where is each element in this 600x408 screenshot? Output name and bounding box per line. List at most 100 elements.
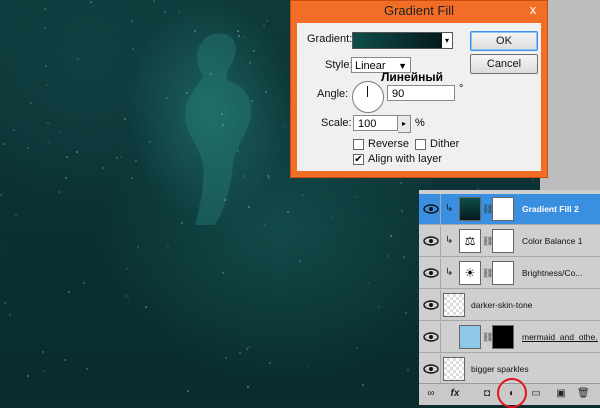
align-with-layer-label: Align with layer <box>368 153 442 165</box>
new-group-icon[interactable]: ▭ <box>530 388 542 400</box>
layer-mask-thumbnail[interactable] <box>492 197 514 221</box>
layers-panel: ↳ ⛓ Gradient Fill 2 ↳ ⚖ ⛓ Color Balance 1 ↳ ☀ ⛓ Br… <box>419 190 600 405</box>
angle-label: Angle: <box>317 88 349 100</box>
sparkle <box>68 291 70 293</box>
visibility-toggle[interactable] <box>419 258 441 288</box>
sparkle <box>27 375 29 377</box>
visibility-toggle[interactable] <box>419 290 441 320</box>
layer-thumbnail[interactable] <box>459 325 481 349</box>
workspace-background <box>540 0 600 190</box>
sparkle <box>253 50 255 52</box>
sparkle <box>3 143 5 145</box>
sparkle <box>186 92 188 94</box>
scale-label: Scale: <box>321 117 352 129</box>
gradient-picker-arrow[interactable]: ▾ <box>442 32 453 49</box>
sparkle <box>83 282 85 284</box>
layer-row[interactable]: ↳ ☀ ⛓ Brightness/Co... <box>419 258 600 289</box>
sparkle <box>221 113 223 115</box>
scale-input[interactable]: 100 <box>353 115 398 131</box>
sparkle <box>181 222 183 224</box>
visibility-toggle[interactable] <box>419 226 441 256</box>
sparkle <box>266 20 268 22</box>
sparkle <box>48 141 50 143</box>
layer-mask-thumbnail[interactable] <box>492 325 514 349</box>
layer-row[interactable]: ↳ ⚖ ⛓ Color Balance 1 <box>419 226 600 257</box>
sparkle <box>13 129 15 131</box>
sparkle <box>131 177 133 179</box>
close-icon[interactable]: x <box>525 2 541 18</box>
sparkle <box>243 175 245 177</box>
sparkle <box>46 84 48 86</box>
sparkle <box>268 167 270 169</box>
visibility-toggle[interactable] <box>419 354 441 384</box>
sparkle <box>387 255 389 257</box>
ok-button[interactable]: OK <box>470 31 538 51</box>
angle-input[interactable]: 90 <box>387 85 455 101</box>
layer-row[interactable]: ↳ ⛓ Gradient Fill 2 <box>419 194 600 225</box>
eye-icon <box>423 236 439 246</box>
sparkle <box>532 178 534 180</box>
trash-icon[interactable]: 🗑 <box>577 388 590 400</box>
sparkle <box>210 73 212 75</box>
sparkle <box>401 210 403 212</box>
sparkle <box>132 48 134 50</box>
sparkle <box>58 191 60 193</box>
scale-slider-toggle[interactable]: ▸ <box>398 115 411 133</box>
sparkle <box>1 247 3 249</box>
visibility-toggle[interactable] <box>419 322 441 352</box>
visibility-toggle[interactable] <box>419 194 441 224</box>
sparkle <box>166 97 168 99</box>
sparkle <box>249 62 251 64</box>
sparkle <box>127 297 129 299</box>
scale-balance-icon: ⚖ <box>464 234 476 248</box>
dialog-body: Gradient: ▾ Style: Linear ▼ Линейный Ang… <box>297 23 541 171</box>
angle-dial[interactable] <box>352 81 384 113</box>
cancel-button[interactable]: Cancel <box>470 54 538 74</box>
sparkle <box>225 357 227 359</box>
mermaid-silhouette <box>185 33 252 225</box>
align-with-layer-checkbox[interactable]: ✔ <box>353 154 364 165</box>
layer-name: bigger sparkles <box>471 364 529 374</box>
layer-thumbnail[interactable] <box>443 357 465 381</box>
sparkle <box>90 1 92 3</box>
sparkle <box>265 91 267 93</box>
sparkle <box>238 35 240 37</box>
fx-icon[interactable]: fx <box>449 388 461 400</box>
layer-thumbnail[interactable]: ☀ <box>459 261 481 285</box>
layer-mask-thumbnail[interactable] <box>492 229 514 253</box>
layer-row[interactable]: ⛓ mermaid_and_othe... <box>419 322 600 353</box>
sparkle <box>405 312 407 314</box>
reverse-checkbox[interactable] <box>353 139 364 150</box>
sparkle <box>44 27 46 29</box>
sparkle <box>237 150 239 152</box>
eye-icon <box>423 300 439 310</box>
new-layer-icon[interactable]: ▣ <box>555 388 567 400</box>
layer-mask-thumbnail[interactable] <box>492 261 514 285</box>
scale-unit: % <box>415 117 425 129</box>
sparkle <box>248 206 250 208</box>
sparkle <box>269 362 271 364</box>
link-layers-icon[interactable]: ∞ <box>425 388 437 400</box>
layer-thumbnail[interactable]: ⚖ <box>459 229 481 253</box>
sparkle <box>135 160 137 162</box>
sparkle <box>390 235 392 237</box>
sparkle <box>287 211 289 213</box>
layer-row[interactable]: ↳darker-skin-tone <box>419 290 600 321</box>
layer-thumbnail[interactable] <box>459 197 481 221</box>
sparkle <box>60 131 62 133</box>
dither-label: Dither <box>430 138 460 150</box>
sparkle <box>356 347 358 349</box>
dialog-title: Gradient Fill <box>383 3 455 18</box>
sparkle <box>65 177 67 179</box>
dither-checkbox[interactable] <box>415 139 426 150</box>
sparkle <box>194 30 196 32</box>
sparkle <box>153 0 155 2</box>
sparkle <box>263 25 265 27</box>
gradient-swatch[interactable] <box>352 32 443 49</box>
add-mask-icon[interactable]: ◘ <box>481 388 493 400</box>
sparkle <box>47 122 49 124</box>
sparkle <box>178 11 180 13</box>
layer-thumbnail[interactable] <box>443 293 465 317</box>
sparkle <box>248 346 250 348</box>
sparkle <box>243 36 245 38</box>
